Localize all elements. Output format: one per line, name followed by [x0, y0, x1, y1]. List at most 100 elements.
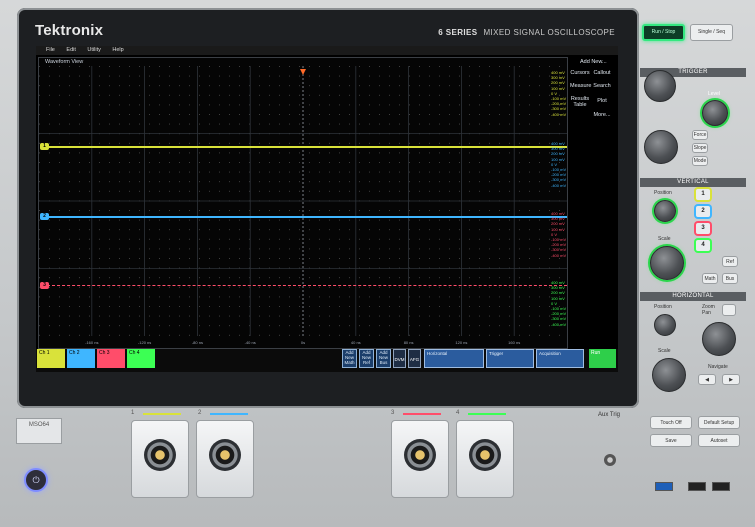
ch2-badge[interactable]: Ch 2 [67, 349, 95, 368]
bnc-icon [469, 439, 501, 471]
slope-button[interactable]: Slope [692, 143, 708, 153]
graticule [39, 66, 567, 336]
run-status-badge[interactable]: Run [589, 349, 616, 368]
ch4-scale-label: 200 mV [551, 290, 565, 296]
ch2-trace [47, 216, 567, 218]
ch1-badge[interactable]: Ch 1 [37, 349, 65, 368]
ch2-button[interactable]: 2 [696, 206, 710, 217]
ch4-button[interactable]: 4 [696, 240, 710, 251]
usb-port-1[interactable] [655, 482, 673, 491]
ch2-scale-label: -400 mV [551, 182, 567, 188]
ch3-button[interactable]: 3 [696, 223, 710, 234]
results-table-button[interactable]: Results Table [570, 96, 590, 108]
menu-utility[interactable]: Utility [87, 47, 100, 53]
ch1-scale-label: -400 mV [551, 111, 567, 117]
time-tick-label: -40 ns [244, 340, 256, 345]
save-button[interactable]: Save [650, 434, 692, 447]
measure-button[interactable]: Measure [570, 83, 591, 89]
ref-button[interactable]: Ref [722, 256, 738, 267]
horizontal-badge[interactable]: Horizontal [424, 349, 484, 368]
trigger-level-knob[interactable] [702, 100, 728, 126]
multipurpose-knob-b[interactable] [644, 130, 678, 164]
ch4-input-connector[interactable] [456, 420, 514, 498]
probe-2-label: 2 [198, 410, 202, 416]
ch4-scale-label: -300 mV [551, 316, 567, 322]
default-setup-button[interactable]: Default Setup [698, 416, 740, 429]
callout-button[interactable]: Callout [592, 70, 612, 76]
vertical-scale-knob[interactable] [650, 246, 684, 280]
search-button[interactable]: Search [592, 83, 612, 89]
force-button[interactable]: Force [692, 130, 708, 140]
zoom-pan-knob[interactable] [702, 322, 736, 356]
ch2-scale-label: 200 mV [551, 151, 565, 157]
zoom-button[interactable] [722, 304, 736, 316]
single-seq-button[interactable]: Single / Seq [690, 24, 733, 41]
aux-trig-connector[interactable] [604, 454, 616, 466]
time-tick-label: 0s [300, 340, 306, 345]
trigger-badge[interactable]: Trigger [486, 349, 534, 368]
ch3-marker[interactable]: 3 [40, 282, 49, 289]
autoset-button[interactable]: Autoset [698, 434, 740, 447]
menu-help[interactable]: Help [112, 47, 123, 53]
usb-port-3[interactable] [712, 482, 730, 491]
probe-4-stripe [468, 413, 506, 415]
horizontal-section-label: HORIZONTAL [640, 292, 746, 301]
vertical-scale-label: Scale [658, 236, 671, 242]
acquisition-badge[interactable]: Acquisition [536, 349, 584, 368]
add-ref-button[interactable]: Add New Ref [359, 349, 374, 368]
navigate-left-button[interactable]: ◀ [698, 374, 716, 385]
time-tick-label: -160 ns [85, 340, 99, 345]
vertical-section-label: VERTICAL [640, 178, 746, 187]
afg-button[interactable]: AFG [408, 349, 421, 368]
ch3-scale: 400 mV 300 mV 200 mV 100 mV 0 V -100 mV -200 m… [551, 211, 566, 258]
math-button[interactable]: Math [702, 273, 718, 284]
horizontal-scale-knob[interactable] [652, 358, 686, 392]
horizontal-position-knob[interactable] [654, 314, 676, 336]
navigate-right-button[interactable]: ▶ [722, 374, 740, 385]
more-button[interactable]: More... [592, 112, 612, 118]
ch4-scale: 400 mV 300 mV 200 mV 100 mV 0 V -100 mV -200 m… [551, 280, 566, 327]
ch2-marker[interactable]: 2 [40, 213, 49, 220]
ch4-badge[interactable]: Ch 4 [127, 349, 155, 368]
ch3-trace [47, 285, 567, 287]
bnc-icon [404, 439, 436, 471]
front-panel-controls: Run / Stop Single / Seq TRIGGER Level Fo… [640, 8, 746, 408]
ch1-marker[interactable]: 1 [40, 143, 49, 150]
power-button[interactable]: ⏻ [24, 468, 48, 492]
aux-trig-label: Aux Trig [598, 412, 621, 418]
menu-edit[interactable]: Edit [66, 47, 75, 53]
ch2-scale-label: -300 mV [551, 177, 567, 183]
probe-4-label: 4 [456, 410, 460, 416]
ch3-scale-label: 200 mV [551, 221, 565, 227]
cursors-button[interactable]: Cursors [570, 70, 590, 76]
ch2-input-connector[interactable] [196, 420, 254, 498]
ch3-badge[interactable]: Ch 3 [97, 349, 125, 368]
ch3-input-connector[interactable] [391, 420, 449, 498]
waveform-view[interactable]: Waveform View 1 2 3 400 mV 300 mV 200 mV… [38, 57, 568, 359]
menu-file[interactable]: File [46, 47, 55, 53]
ch2-scale: 400 mV 300 mV 200 mV 100 mV 0 V -100 mV -200 m… [551, 141, 566, 188]
usb-port-2[interactable] [688, 482, 706, 491]
ch1-button[interactable]: 1 [696, 189, 710, 200]
add-math-button[interactable]: Add New Math [342, 349, 357, 368]
multipurpose-knob-a[interactable] [644, 70, 676, 102]
ch1-input-connector[interactable] [131, 420, 189, 498]
mode-button[interactable]: Mode [692, 156, 708, 166]
vertical-position-knob[interactable] [654, 200, 676, 222]
bus-button[interactable]: Bus [722, 273, 738, 284]
display: File Edit Utility Help Waveform View 1 2… [36, 46, 618, 372]
add-bus-button[interactable]: Add New Bus [376, 349, 391, 368]
menu-bar: File Edit Utility Help [36, 46, 618, 55]
plot-button[interactable]: Plot [592, 98, 612, 104]
dvm-button[interactable]: DVM [393, 349, 406, 368]
horizontal-position-label: Position [654, 304, 672, 310]
ch1-scale-label: -300 mV [551, 106, 567, 112]
touch-off-button[interactable]: Touch Off [650, 416, 692, 429]
bnc-icon [209, 439, 241, 471]
time-tick-label: -80 ns [191, 340, 203, 345]
run-stop-button[interactable]: Run / Stop [642, 24, 685, 41]
ch3-scale-label: -400 mV [551, 252, 567, 258]
probe-3-stripe [403, 413, 441, 415]
level-label: Level [708, 91, 720, 97]
time-tick-label: 160 ns [508, 340, 521, 345]
